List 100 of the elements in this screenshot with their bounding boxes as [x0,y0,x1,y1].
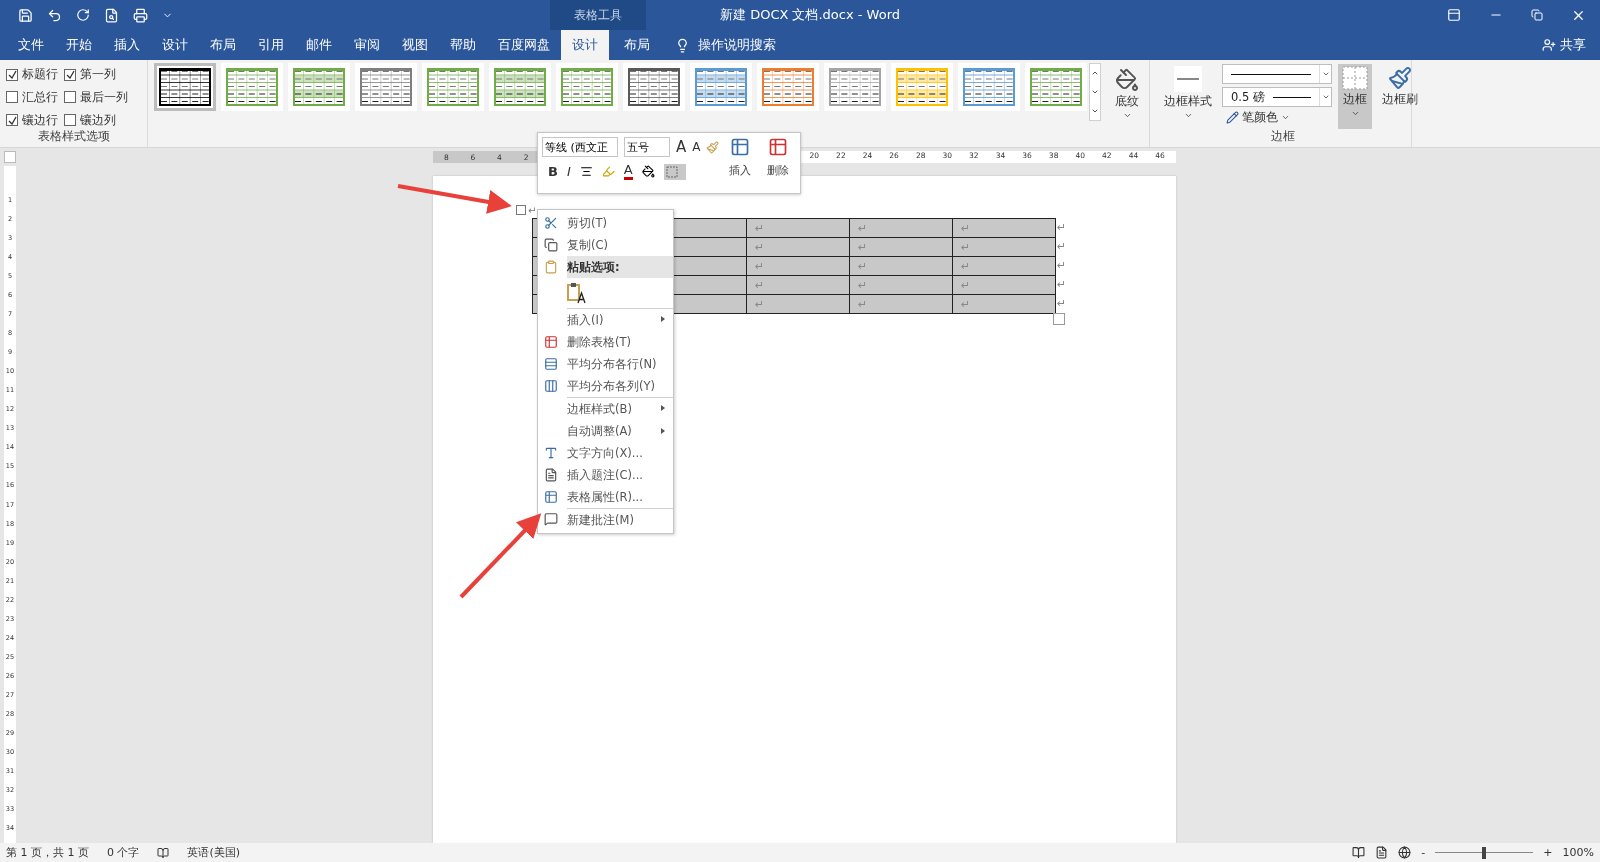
zoom-in-button[interactable]: + [1543,846,1553,859]
ribbon-tab[interactable]: 插入 [103,30,151,60]
person-icon [1542,38,1556,52]
submenu-arrow-icon [661,405,665,411]
ribbon-tab[interactable]: 邮件 [295,30,343,60]
print-layout-icon[interactable] [1375,846,1389,859]
style-option-checkbox[interactable]: 镶边行 [6,111,64,129]
table-cell: ↵ [952,256,1056,276]
paste-text-only-icon [566,282,586,304]
rows-icon [544,357,558,371]
line-style-dropdown[interactable] [1222,64,1332,84]
ribbon-tab[interactable]: 引用 [247,30,295,60]
undo-icon[interactable] [47,7,62,23]
context-menu-item[interactable]: 删除表格(T) [538,331,673,353]
caret-icon [1350,109,1360,118]
restore-icon[interactable] [1531,9,1543,21]
table-cell: ↵ [746,218,850,238]
word-count[interactable]: 0 个字 [107,845,140,860]
ribbon-tab[interactable]: 布局 [199,30,247,60]
context-menu-item[interactable]: 复制(C) [538,234,673,256]
caret-icon [1183,111,1193,120]
window-title: 新建 DOCX 文档.docx - Word [719,6,902,24]
table-cell: ↵ [746,294,850,314]
share-button[interactable]: 共享 [1542,30,1586,60]
table-cell: ↵ [952,294,1056,314]
ribbon-tab[interactable]: 百度网盘 [487,30,561,60]
context-menu-item[interactable]: 平均分布各列(Y) [538,375,673,397]
bold-button[interactable]: B [548,164,558,179]
row-end-mark: ↵ [1056,277,1067,293]
print-preview-icon[interactable] [104,7,119,23]
save-icon[interactable] [18,7,33,23]
table-cell: ↵ [849,275,953,295]
ribbon-display-icon[interactable] [1447,8,1461,22]
border-painter-button[interactable]: 边框刷 [1378,64,1422,129]
table-resize-handle[interactable] [1053,313,1065,325]
ribbon-tab[interactable]: 视图 [391,30,439,60]
shading-icon[interactable] [641,165,655,178]
table-move-handle[interactable] [516,205,526,215]
zoom-out-button[interactable]: - [1421,846,1426,859]
zoom-level[interactable]: 100% [1562,846,1594,859]
line-sample-icon [1231,73,1311,75]
italic-button[interactable]: I [566,164,571,179]
shrink-font-button[interactable]: A [692,140,701,154]
ribbon-tab[interactable]: 文件 [7,30,55,60]
pen-color-button[interactable]: 笔颜色 [1222,110,1332,125]
submenu-arrow-icon [661,428,665,434]
paint-bucket-icon [1115,68,1139,92]
ribbon-tab[interactable]: 设计 [151,30,199,60]
scissors-icon [544,216,558,230]
style-option-checkbox[interactable]: 最后一列 [64,88,140,107]
ribbon-tab[interactable]: 设计 [561,30,609,60]
table-cell: ↵ [849,256,953,276]
style-option-checkbox[interactable]: 镶边列 [64,111,140,129]
proofing-icon[interactable] [157,846,170,859]
context-menu-item[interactable]: 表格属性(R)... [538,486,673,508]
language[interactable]: 英语(美国) [187,845,241,860]
context-tab-group: 表格工具 [550,0,646,30]
page-count[interactable]: 第 1 页，共 1 页 [6,845,89,860]
style-option-checkbox[interactable]: 标题行 [6,66,64,84]
ribbon-tab[interactable]: 帮助 [439,30,487,60]
context-menu-item[interactable]: 剪切(T) [538,212,673,234]
web-layout-icon[interactable] [1398,846,1412,859]
borders-icon[interactable] [663,163,686,180]
style-option-checkbox[interactable]: 第一列 [64,66,140,84]
text-direction-icon [544,446,558,460]
redo-icon[interactable] [76,8,90,22]
font-size-dropdown[interactable]: 五号 [624,137,670,157]
context-menu-item[interactable]: 插入题注(C)... [538,464,673,486]
delete-table-icon [544,335,558,349]
scroll-down-icon[interactable] [1091,88,1099,96]
table-icon [730,137,751,157]
center-align-icon[interactable] [579,165,593,178]
shading-button[interactable]: 底纹 [1111,66,1143,122]
ribbon-tab[interactable]: 审阅 [343,30,391,60]
printer-icon[interactable] [133,7,148,23]
paragraph-mark: ↵ [527,204,538,216]
comment-icon [544,512,558,526]
read-mode-icon[interactable] [1352,846,1366,859]
tell-me-search[interactable]: 操作说明搜索 [698,36,776,54]
table-cell: ↵ [849,294,953,314]
border-styles-button[interactable]: 边框样式 [1160,64,1216,129]
grow-font-button[interactable]: A [676,140,687,154]
table-cell: ↵ [952,218,1056,238]
font-dropdown[interactable]: 等线 (西文正 [542,137,618,157]
grid-icon [1342,66,1368,90]
context-menu-item[interactable]: 平均分布各行(N) [538,353,673,375]
font-color-button[interactable]: A [623,163,633,180]
ribbon-tab[interactable]: 开始 [55,30,103,60]
row-end-mark: ↵ [1056,220,1067,236]
ribbon-tab[interactable]: 布局 [613,30,661,60]
copy-icon [544,238,558,252]
style-option-checkbox[interactable]: 汇总行 [6,88,64,107]
context-menu-item[interactable]: 自动调整(A) [538,420,673,442]
caret-icon [1321,93,1330,101]
row-end-mark: ↵ [1056,239,1067,255]
line-weight-dropdown[interactable]: 0.5 磅 [1222,87,1332,107]
borders-button[interactable]: 边框 [1338,64,1372,129]
context-menu-item[interactable]: 文字方向(X)... [538,442,673,464]
caret-icon [1122,111,1132,120]
line-sample-icon [1272,96,1311,98]
